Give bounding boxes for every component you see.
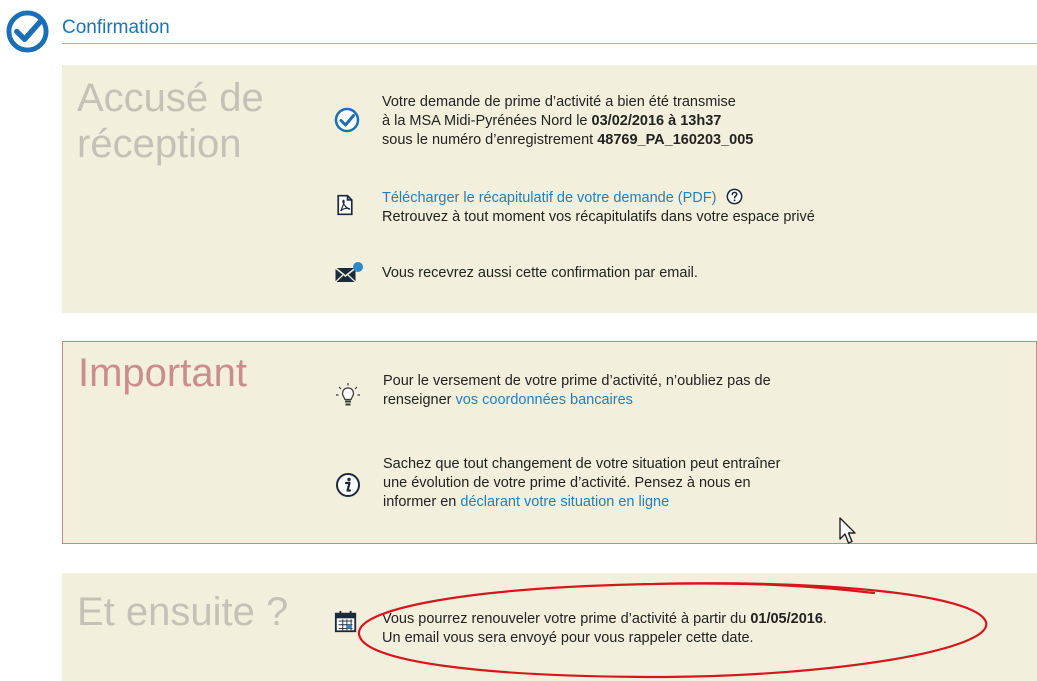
receipt-heading-line1: Accusé de	[77, 76, 264, 120]
help-icon[interactable]	[726, 188, 743, 205]
lightbulb-icon	[336, 383, 360, 406]
transmission-line2: à la MSA Midi-Pyrénées Nord le 03/02/201…	[382, 112, 753, 131]
renewal-line2: Un email vous sera envoyé pour vous rapp…	[382, 630, 754, 646]
next-steps-panel: Et ensuite ? Vous pourrez renouveler vot…	[62, 573, 1037, 681]
email-notice: Vous recevrez aussi cette confirmation p…	[382, 265, 698, 281]
transmission-date: 03/02/2016 à 13h37	[591, 113, 722, 129]
receipt-heading: Accusé de réception	[77, 75, 264, 167]
situation-change-text: Sachez que tout changement de votre situ…	[383, 455, 780, 512]
header-divider	[62, 43, 1037, 44]
check-circle-icon	[6, 10, 49, 53]
download-description: Retrouvez à tout moment vos récapitulati…	[382, 209, 815, 225]
download-line: Télécharger le récapitulatif de votre de…	[382, 188, 815, 208]
bank-details-text: Pour le versement de votre prime d’activ…	[383, 372, 771, 410]
situation-line3: informer en déclarant votre situation en…	[383, 493, 780, 512]
download-pdf-link[interactable]: Télécharger le récapitulatif de votre de…	[382, 190, 716, 206]
download-text: Télécharger le récapitulatif de votre de…	[382, 188, 815, 227]
renewal-text: Vous pourrez renouveler votre prime d’ac…	[382, 610, 827, 648]
registration-number: 48769_PA_160203_005	[597, 132, 754, 148]
situation-line3-prefix: informer en	[383, 494, 461, 510]
transmission-line3-prefix: sous le numéro d’enregistrement	[382, 132, 598, 148]
check-circle-icon	[334, 107, 360, 133]
renewal-line1-prefix: Vous pourrez renouveler votre prime d’ac…	[382, 611, 751, 627]
renewal-line1-suffix: .	[822, 611, 827, 627]
renewal-line1: Vous pourrez renouveler votre prime d’ac…	[382, 610, 827, 629]
email-icon	[335, 262, 363, 283]
transmission-line1: Votre demande de prime d’activité a bien…	[382, 94, 736, 110]
situation-line1: Sachez que tout changement de votre situ…	[383, 456, 781, 472]
renewal-date: 01/05/2016	[750, 611, 823, 627]
bank-details-link[interactable]: vos coordonnées bancaires	[456, 392, 633, 408]
declare-situation-link[interactable]: déclarant votre situation en ligne	[460, 494, 669, 510]
bank-details-line1: Pour le versement de votre prime d’activ…	[383, 373, 771, 389]
receipt-heading-line2: réception	[77, 122, 242, 166]
transmission-text: Votre demande de prime d’activité a bien…	[382, 93, 753, 150]
page-title: Confirmation	[62, 17, 170, 38]
transmission-line3: sous le numéro d’enregistrement 48769_PA…	[382, 131, 753, 150]
next-steps-heading: Et ensuite ?	[77, 590, 289, 634]
transmission-line2-prefix: à la MSA Midi-Pyrénées Nord le	[382, 113, 592, 129]
important-heading: Important	[78, 351, 247, 395]
bank-details-line2-prefix: renseigner	[383, 392, 456, 408]
receipt-panel: Accusé de réception Votre demande de pri…	[62, 65, 1037, 313]
info-icon	[336, 473, 360, 497]
calendar-icon	[334, 610, 357, 633]
bank-details-line2: renseigner vos coordonnées bancaires	[383, 391, 771, 410]
confirmation-header: Confirmation	[0, 0, 1037, 60]
important-panel: Important Pour le versement de votre pri…	[62, 341, 1037, 544]
situation-line2: une évolution de votre prime d’activité.…	[383, 475, 751, 491]
pdf-file-icon	[337, 194, 353, 216]
